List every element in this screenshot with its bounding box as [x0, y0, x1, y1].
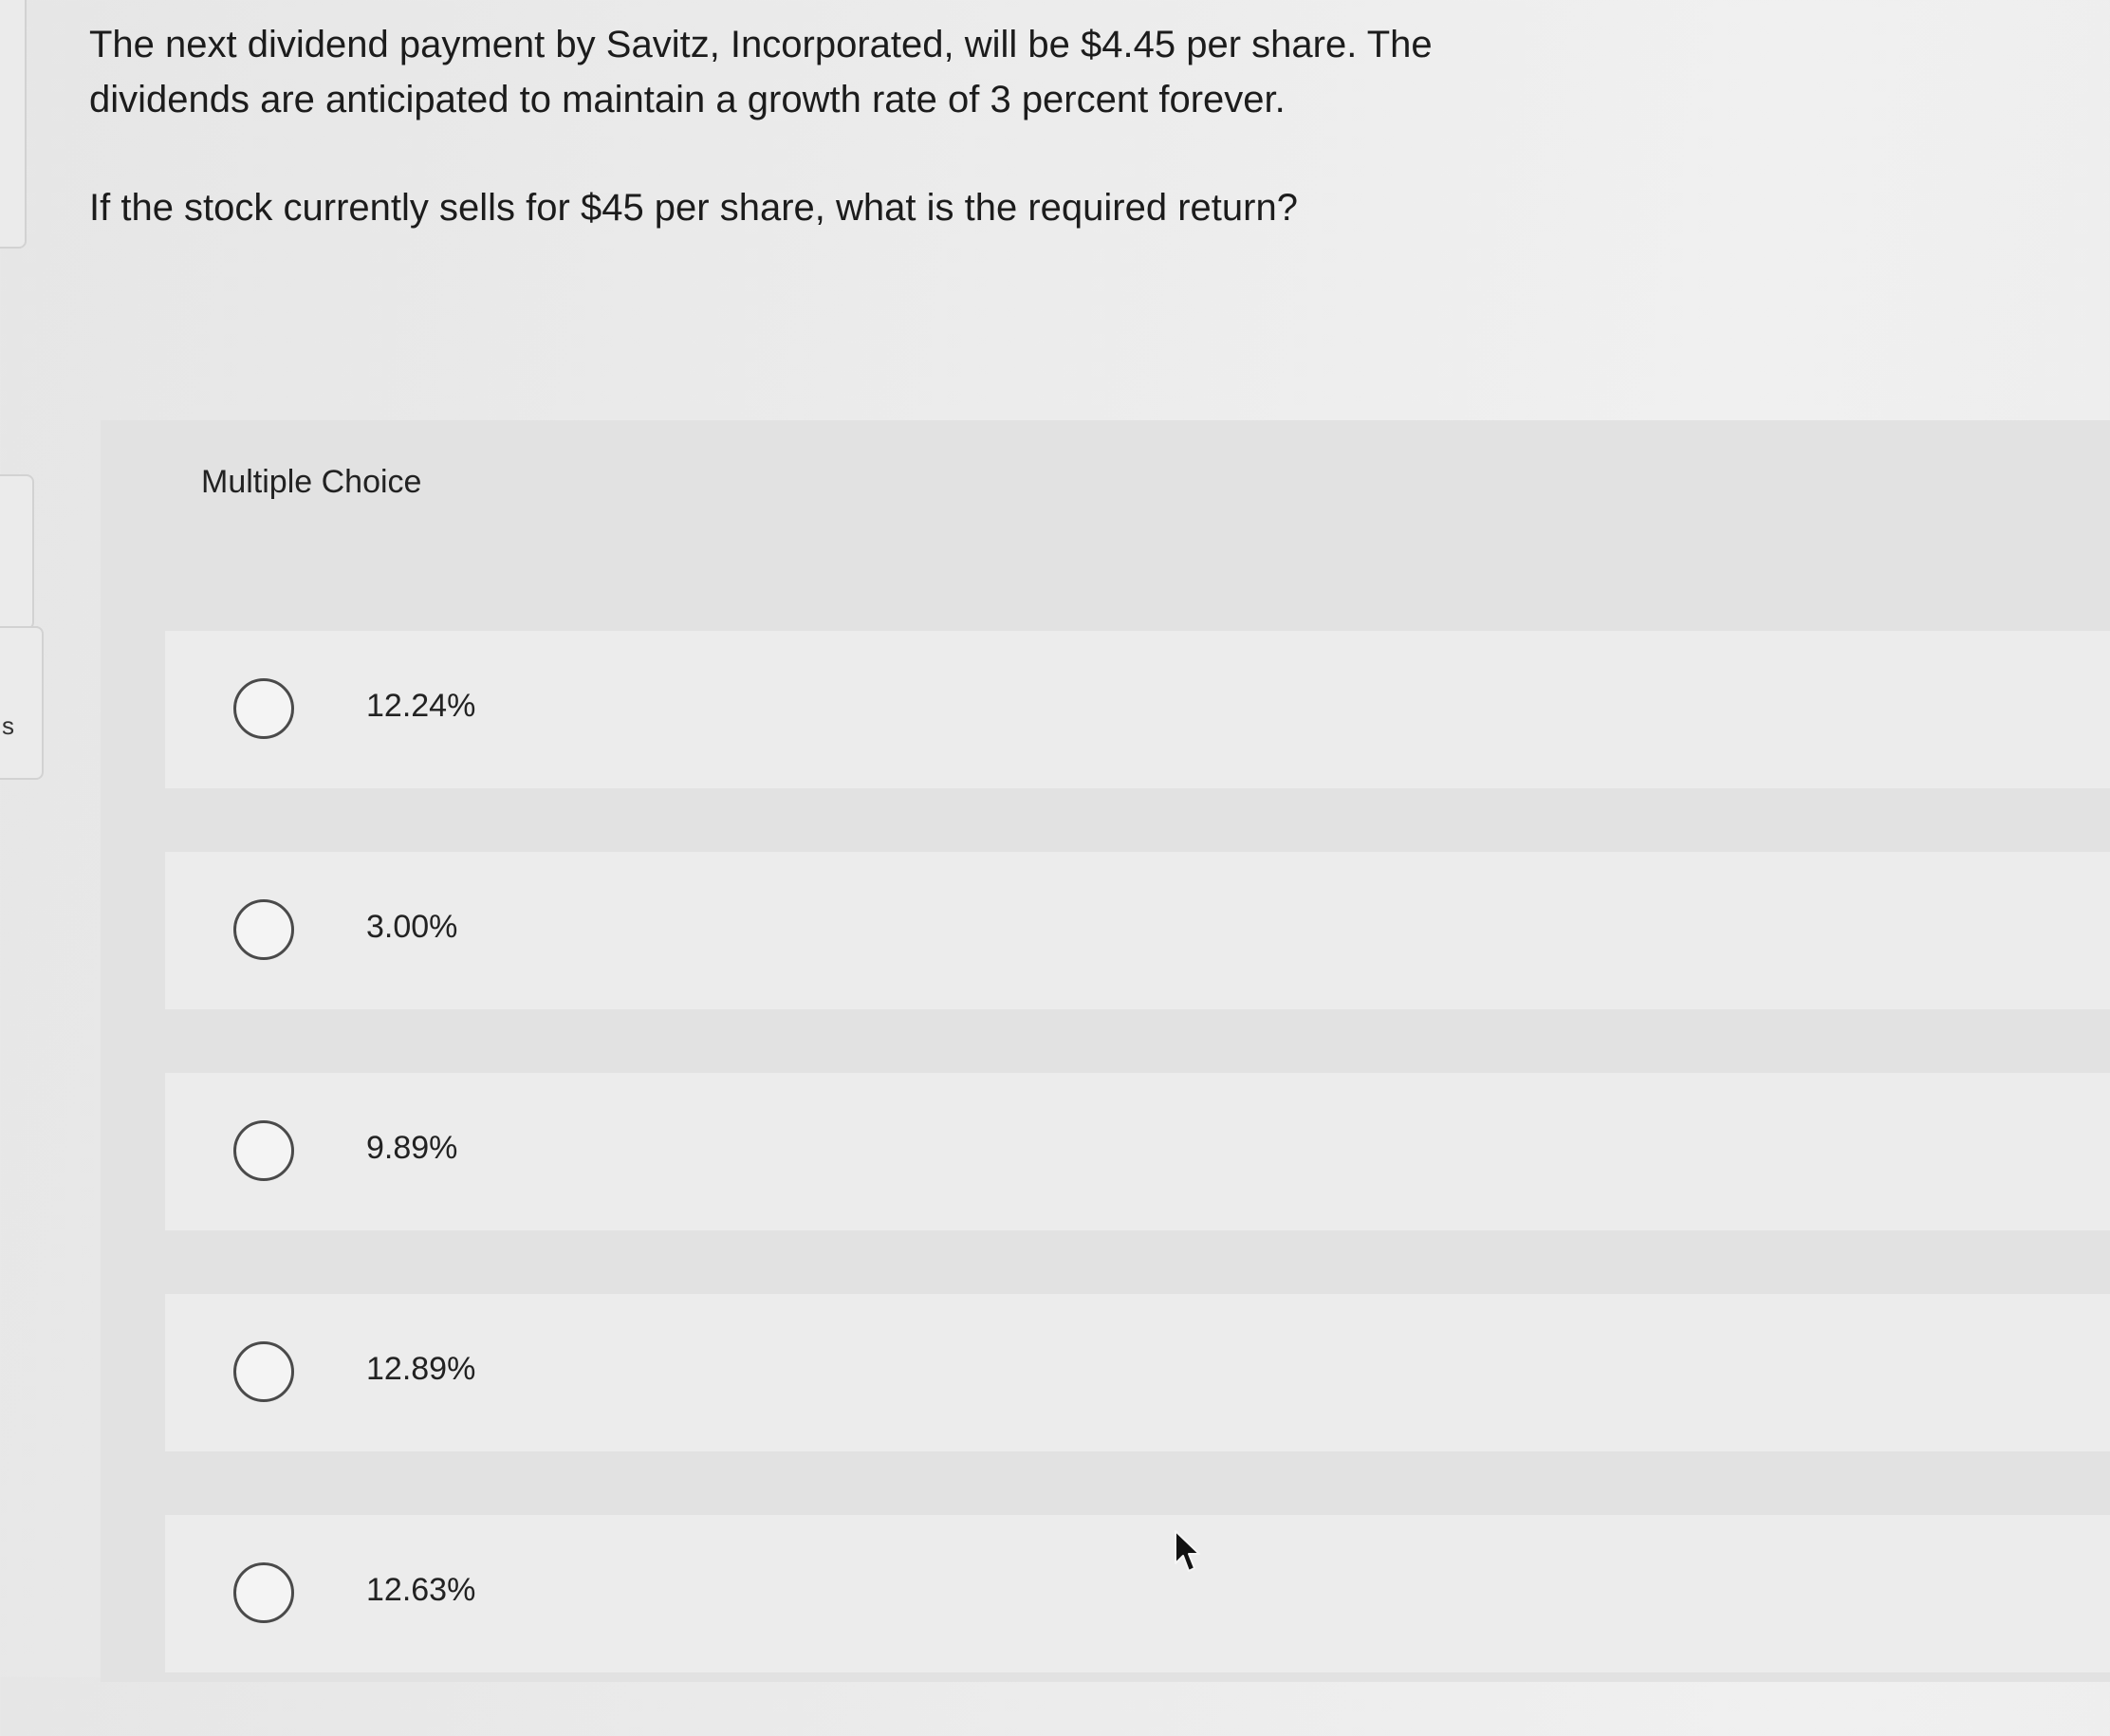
- question-stem: The next dividend payment by Savitz, Inc…: [89, 24, 1433, 120]
- left-sidebar-tab[interactable]: [0, 474, 34, 630]
- answer-option[interactable]: 9.89%: [165, 1073, 2110, 1230]
- radio-unselected-icon[interactable]: [233, 899, 294, 960]
- left-sidebar-letter: s: [2, 711, 14, 740]
- answer-option-label: 3.00%: [366, 909, 458, 945]
- question-text: The next dividend payment by Savitz, Inc…: [89, 17, 1569, 235]
- answer-option[interactable]: 12.24%: [165, 631, 2110, 788]
- answer-option-label: 12.89%: [366, 1351, 476, 1387]
- answer-option[interactable]: 3.00%: [165, 852, 2110, 1009]
- radio-unselected-icon[interactable]: [233, 1120, 294, 1181]
- answer-option[interactable]: 12.89%: [165, 1294, 2110, 1451]
- answer-option-label: 12.24%: [366, 688, 476, 724]
- left-sidebar-tab[interactable]: [0, 0, 27, 249]
- arrow-cursor-icon: [1175, 1530, 1200, 1572]
- radio-unselected-icon[interactable]: [233, 678, 294, 739]
- answer-option-label: 12.63%: [366, 1572, 476, 1608]
- left-sidebar-tab[interactable]: [0, 626, 44, 780]
- multiple-choice-title: Multiple Choice: [201, 464, 422, 500]
- question-prompt: If the stock currently sells for $45 per…: [89, 187, 1298, 229]
- multiple-choice-panel: Multiple Choice 12.24% 3.00% 9.89% 12.89…: [101, 420, 2110, 1682]
- radio-unselected-icon[interactable]: [233, 1341, 294, 1402]
- answer-option[interactable]: 12.63%: [165, 1515, 2110, 1672]
- answer-options: 12.24% 3.00% 9.89% 12.89% 12.63%: [165, 631, 2110, 1736]
- radio-unselected-icon[interactable]: [233, 1562, 294, 1623]
- multiple-choice-header: Multiple Choice: [101, 420, 2110, 544]
- answer-option-label: 9.89%: [366, 1130, 458, 1166]
